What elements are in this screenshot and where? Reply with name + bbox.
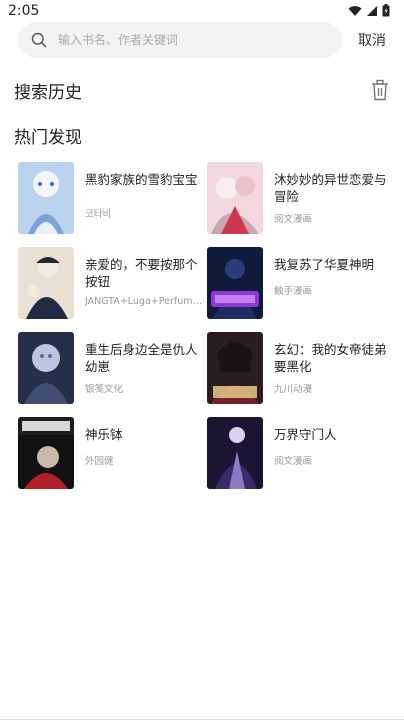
book-author: 코타비 xyxy=(85,209,112,220)
book-title: 神乐钵 xyxy=(85,427,123,442)
book-title: 沐妙妙的异世恋爱与冒险 xyxy=(274,172,387,204)
book-author: JANGTA+Luga+Perfumm… xyxy=(85,296,205,307)
book-card[interactable]: 重生后身边全是仇人幼崽 银笺文化 xyxy=(18,332,208,406)
book-title: 万界守门人 xyxy=(274,427,337,442)
signal-icon xyxy=(367,5,377,16)
status-bar: 2:05 xyxy=(0,0,404,24)
search-box[interactable] xyxy=(18,22,342,58)
search-history-title: 搜索历史 xyxy=(14,83,82,103)
book-cover xyxy=(18,332,74,404)
book-title: 重生后身边全是仇人幼崽 xyxy=(85,342,198,374)
hot-discover-title: 热门发现 xyxy=(14,128,82,148)
book-card[interactable]: 万界守门人 阅文漫画 xyxy=(207,417,397,491)
book-title: 黑豹家族的雪豹宝宝 xyxy=(85,172,198,187)
book-cover xyxy=(18,162,74,234)
book-author: 外园健 xyxy=(85,456,114,467)
book-title: 亲爱的，不要按那个按钮 xyxy=(85,257,198,289)
search-bar: 取消 xyxy=(0,22,404,58)
book-cover xyxy=(207,332,263,404)
book-card[interactable]: 神乐钵 外园健 xyxy=(18,417,208,491)
book-card[interactable]: 玄幻：我的女帝徒弟要黑化 九川动漫 xyxy=(207,332,397,406)
search-icon xyxy=(31,32,47,48)
status-icons xyxy=(348,4,390,17)
battery-icon xyxy=(382,4,390,17)
book-author: 银笺文化 xyxy=(85,384,124,395)
book-cover xyxy=(207,162,263,234)
book-cover xyxy=(18,417,74,489)
cancel-button[interactable]: 取消 xyxy=(358,30,386,50)
book-card[interactable]: 我复苏了华夏神明 触手漫画 xyxy=(207,247,397,321)
trash-icon[interactable] xyxy=(370,79,390,101)
book-author: 九川动漫 xyxy=(274,384,313,395)
book-cover xyxy=(207,417,263,489)
wifi-icon xyxy=(348,5,362,16)
book-author: 阅文漫画 xyxy=(274,456,313,467)
book-card[interactable]: 亲爱的，不要按那个按钮 JANGTA+Luga+Perfumm… xyxy=(18,247,208,321)
search-input[interactable] xyxy=(56,32,320,48)
status-time: 2:05 xyxy=(8,3,40,19)
book-author: 阅文漫画 xyxy=(274,214,313,225)
book-cover xyxy=(207,247,263,319)
book-title: 我复苏了华夏神明 xyxy=(274,257,375,272)
book-author: 触手漫画 xyxy=(274,286,313,297)
book-card[interactable]: 沐妙妙的异世恋爱与冒险 阅文漫画 xyxy=(207,162,397,236)
book-card[interactable]: 黑豹家族的雪豹宝宝 코타비 xyxy=(18,162,208,236)
book-cover xyxy=(18,247,74,319)
book-title: 玄幻：我的女帝徒弟要黑化 xyxy=(274,342,387,374)
